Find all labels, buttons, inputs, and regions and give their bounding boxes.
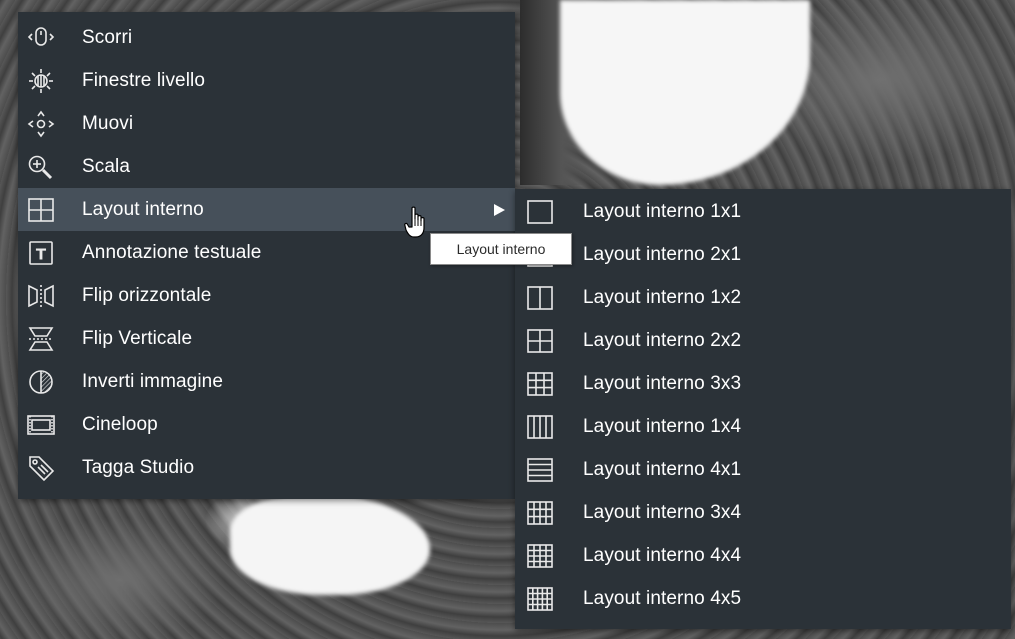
- submenu-item-label: Layout interno 1x1: [583, 200, 742, 222]
- menu-item-cineloop[interactable]: Cineloop: [18, 403, 515, 446]
- menu-item-label: Tagga Studio: [82, 456, 195, 478]
- grid-2x2-icon: [22, 195, 60, 225]
- layout-4x5-icon: [521, 584, 559, 614]
- submenu-item-layout-1x1[interactable]: Layout interno 1x1: [515, 190, 1011, 233]
- layout-4x4-icon: [521, 541, 559, 571]
- submenu-item-label: Layout interno 4x5: [583, 587, 742, 609]
- flip-vertical-icon: [22, 324, 60, 354]
- window-level-icon: [22, 66, 60, 96]
- submenu-item-layout-4x1[interactable]: Layout interno 4x1: [515, 448, 1011, 491]
- submenu-item-layout-4x4[interactable]: Layout interno 4x4: [515, 534, 1011, 577]
- submenu-item-layout-3x4[interactable]: Layout interno 3x4: [515, 491, 1011, 534]
- menu-item-finestre-livello[interactable]: Finestre livello: [18, 59, 515, 102]
- viewer-canvas[interactable]: Scorri Finestre livello Muovi Scala Layo…: [0, 0, 1015, 639]
- menu-item-label: Layout interno: [82, 198, 204, 220]
- layout-4x1-icon: [521, 455, 559, 485]
- submenu-item-label: Layout interno 4x4: [583, 544, 742, 566]
- invert-image-icon: [22, 367, 60, 397]
- submenu-item-layout-2x2[interactable]: Layout interno 2x2: [515, 319, 1011, 362]
- menu-item-label: Inverti immagine: [82, 370, 223, 392]
- menu-item-inverti-immagine[interactable]: Inverti immagine: [18, 360, 515, 403]
- pan-arrows-icon: [22, 109, 60, 139]
- menu-item-label: Scorri: [82, 26, 133, 48]
- menu-item-label: Finestre livello: [82, 69, 206, 91]
- menu-item-scala[interactable]: Scala: [18, 145, 515, 188]
- layout-3x3-icon: [521, 369, 559, 399]
- flip-horizontal-icon: [22, 281, 60, 311]
- submenu-item-label: Layout interno 3x4: [583, 501, 742, 523]
- submenu-item-layout-2x1[interactable]: Layout interno 2x1: [515, 233, 1011, 276]
- submenu-item-layout-1x4[interactable]: Layout interno 1x4: [515, 405, 1011, 448]
- submenu-item-layout-3x3[interactable]: Layout interno 3x3: [515, 362, 1011, 405]
- menu-item-flip-verticale[interactable]: Flip Verticale: [18, 317, 515, 360]
- menu-item-scorri[interactable]: Scorri: [18, 16, 515, 59]
- menu-item-label: Flip orizzontale: [82, 284, 212, 306]
- layout-1x4-icon: [521, 412, 559, 442]
- menu-item-label: Scala: [82, 155, 131, 177]
- submenu-item-layout-4x5[interactable]: Layout interno 4x5: [515, 577, 1011, 620]
- menu-item-label: Annotazione testuale: [82, 241, 262, 263]
- film-strip-icon: [22, 410, 60, 440]
- zoom-magnifier-icon: [22, 152, 60, 182]
- submenu-item-label: Layout interno 1x2: [583, 286, 742, 308]
- menu-item-label: Cineloop: [82, 413, 158, 435]
- layout-3x4-icon: [521, 498, 559, 528]
- submenu-item-layout-1x2[interactable]: Layout interno 1x2: [515, 276, 1011, 319]
- menu-item-label: Flip Verticale: [82, 327, 193, 349]
- tag-icon: [22, 453, 60, 483]
- menu-item-layout-interno[interactable]: Layout interno: [18, 188, 515, 231]
- submenu-item-label: Layout interno 2x2: [583, 329, 742, 351]
- text-annotation-icon: T: [22, 238, 60, 268]
- layout-1x2-icon: [521, 283, 559, 313]
- tooltip: Layout interno: [430, 233, 572, 265]
- submenu-item-label: Layout interno 3x3: [583, 372, 742, 394]
- submenu-item-label: Layout interno 2x1: [583, 243, 742, 265]
- layout-2x2-icon: [521, 326, 559, 356]
- submenu-item-label: Layout interno 4x1: [583, 458, 742, 480]
- layout-1x1-icon: [521, 197, 559, 227]
- scroll-mouse-icon: [22, 23, 60, 53]
- menu-item-flip-orizzontale[interactable]: Flip orizzontale: [18, 274, 515, 317]
- svg-text:T: T: [36, 245, 47, 263]
- menu-item-tagga-studio[interactable]: Tagga Studio: [18, 446, 515, 489]
- submenu-item-label: Layout interno 1x4: [583, 415, 742, 437]
- menu-item-muovi[interactable]: Muovi: [18, 102, 515, 145]
- menu-item-label: Muovi: [82, 112, 134, 134]
- submenu-arrow-icon: [494, 203, 505, 216]
- hand-pointer-cursor-icon: [404, 206, 430, 240]
- layout-submenu: Layout interno 1x1 Layout interno 2x1 La…: [515, 189, 1011, 629]
